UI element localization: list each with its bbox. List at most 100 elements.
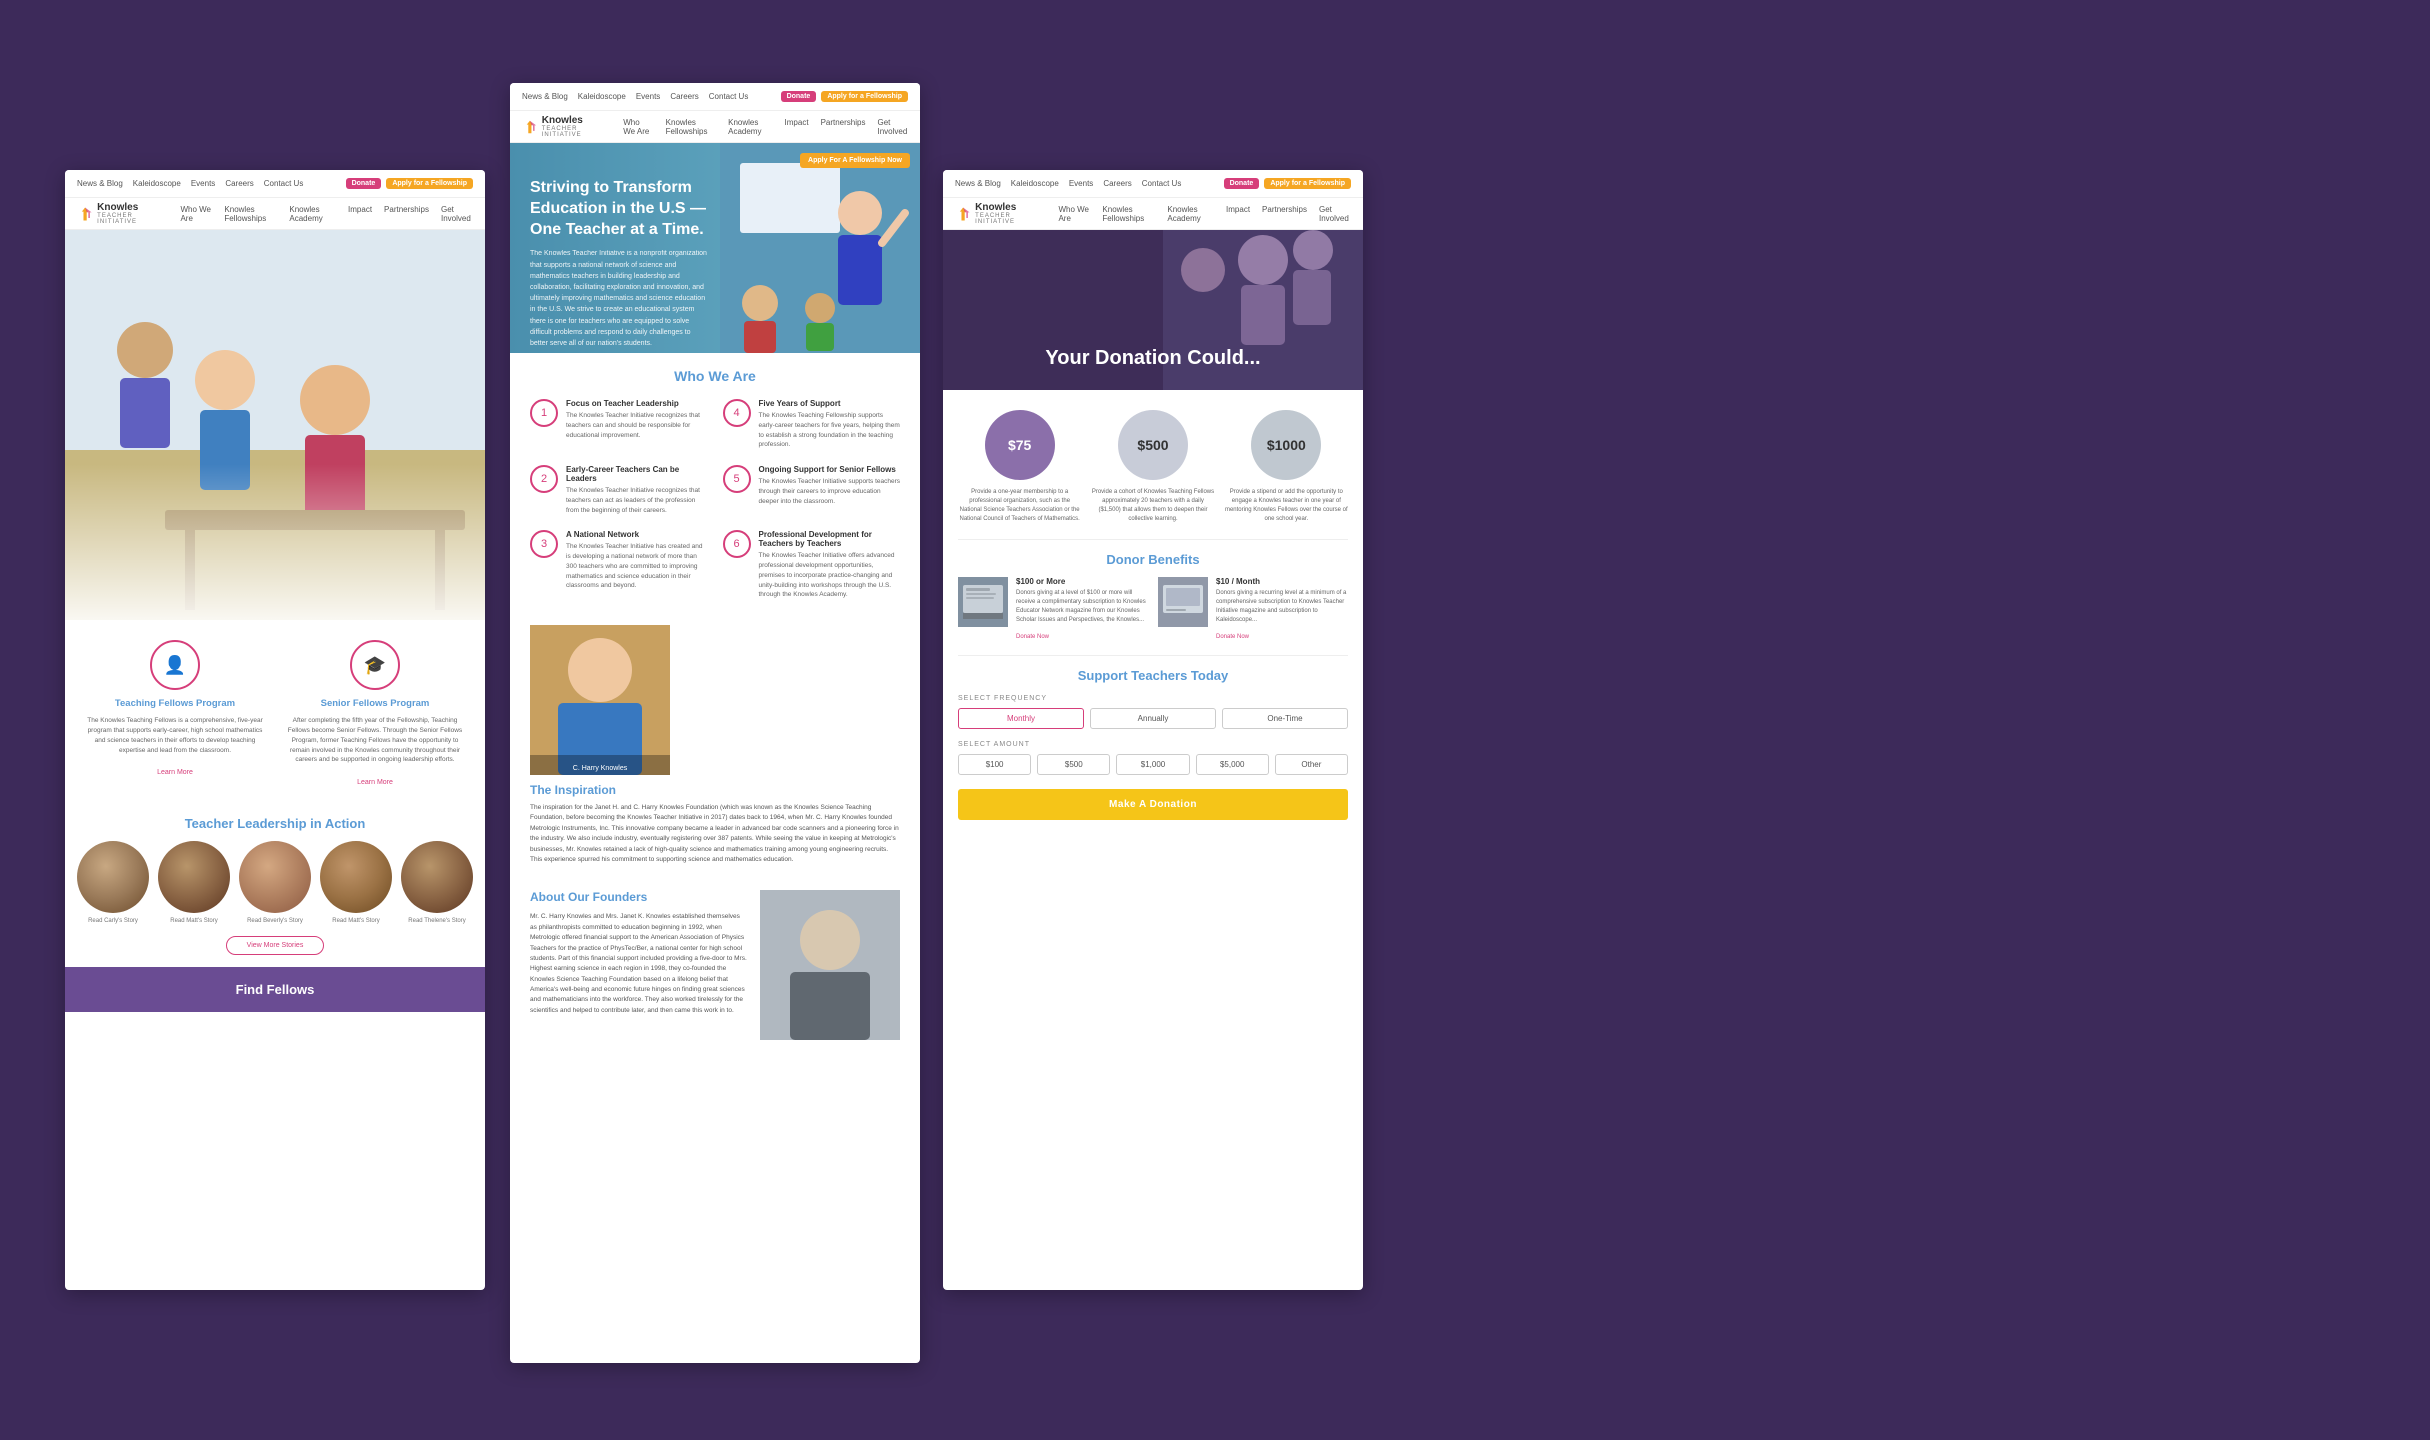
right-nav-kal[interactable]: Kaleidoscope (1011, 179, 1059, 188)
benefit-10-desc: Donors giving a recurring level at a min… (1216, 589, 1348, 625)
left-menu-fellowships[interactable]: Knowles Fellowships (224, 205, 277, 223)
right-menu-who[interactable]: Who We Are (1058, 205, 1090, 223)
feature-3-num: 3 (530, 530, 558, 558)
fellow-3-img (239, 841, 311, 913)
feature-3: 3 A National Network The Knowles Teacher… (530, 530, 708, 600)
fellow-5: Read Thelene's Story (399, 841, 475, 924)
center-nav-kal[interactable]: Kaleidoscope (578, 92, 626, 101)
left-menu-academy[interactable]: Knowles Academy (289, 205, 336, 223)
amt-1000-btn[interactable]: $1,000 (1116, 754, 1189, 775)
center-nav-events[interactable]: Events (636, 92, 660, 101)
benefit-10-link[interactable]: Donate Now (1216, 634, 1249, 640)
feature-4: 4 Five Years of Support The Knowles Teac… (723, 399, 901, 450)
left-menu-impact[interactable]: Impact (348, 205, 372, 223)
feature-4-num: 4 (723, 399, 751, 427)
about-photo-svg (760, 890, 900, 1040)
donation-500-desc: Provide a cohort of Knowles Teaching Fel… (1091, 488, 1214, 524)
center-nav-careers[interactable]: Careers (670, 92, 698, 101)
benefit-100-link[interactable]: Donate Now (1016, 634, 1049, 640)
svg-text:C. Harry Knowles: C. Harry Knowles (573, 765, 628, 772)
senior-fellows-link[interactable]: Learn More (357, 779, 393, 786)
right-nav-contact[interactable]: Contact Us (1142, 179, 1182, 188)
center-menu-fellowships[interactable]: Knowles Fellowships (666, 118, 716, 136)
teaching-fellows-link[interactable]: Learn More (157, 769, 193, 776)
amount-1000-circle: $1000 (1251, 410, 1321, 480)
right-menu-fellowships[interactable]: Knowles Fellowships (1102, 205, 1155, 223)
senior-fellows-icon: 🎓 (350, 640, 400, 690)
feature-4-title: Five Years of Support (759, 399, 901, 408)
fellow-3-label[interactable]: Read Beverly's Story (237, 918, 313, 924)
left-logo-text: Knowles TEACHER INITIATIVE (97, 202, 160, 225)
right-main-nav: Knowles TEACHER INITIATIVE Who We Are Kn… (943, 198, 1363, 230)
fellow-1: Read Carly's Story (75, 841, 151, 924)
center-hero-img-svg (720, 143, 920, 353)
left-nav-contact[interactable]: Contact Us (264, 179, 304, 188)
center-logo-text: Knowles TEACHER INITIATIVE (542, 115, 604, 138)
senior-fellows-desc: After completing the fifth year of the F… (285, 716, 465, 765)
center-nav-news[interactable]: News & Blog (522, 92, 568, 101)
center-apply-btn[interactable]: Apply For A Fellowship Now (800, 153, 910, 168)
left-nav-events[interactable]: Events (191, 179, 215, 188)
center-menu-partners[interactable]: Partnerships (821, 118, 866, 136)
left-menu-partners[interactable]: Partnerships (384, 205, 429, 223)
left-menu-involved[interactable]: Get Involved (441, 205, 473, 223)
fellow-2-label[interactable]: Read Matt's Story (156, 918, 232, 924)
left-nav-careers[interactable]: Careers (225, 179, 253, 188)
feature-6-title: Professional Development for Teachers by… (759, 530, 901, 548)
donor-benefits-section: Donor Benefits $10 (943, 540, 1363, 655)
fellow-4-label[interactable]: Read Matt's Story (318, 918, 394, 924)
center-nav-contact[interactable]: Contact Us (709, 92, 749, 101)
right-menu-academy[interactable]: Knowles Academy (1167, 205, 1214, 223)
right-nav-careers[interactable]: Careers (1103, 179, 1131, 188)
center-menu-involved[interactable]: Get Involved (877, 118, 908, 136)
freq-annually-btn[interactable]: Annually (1090, 708, 1216, 729)
center-logo-icon (522, 117, 538, 137)
right-menu-involved[interactable]: Get Involved (1319, 205, 1351, 223)
left-hero (65, 230, 485, 620)
view-more-btn[interactable]: View More Stories (226, 936, 325, 955)
right-nav-events[interactable]: Events (1069, 179, 1093, 188)
feature-4-desc: The Knowles Teaching Fellowship supports… (759, 411, 901, 450)
right-menu-impact[interactable]: Impact (1226, 205, 1250, 223)
senior-fellows-title: Senior Fellows Program (285, 698, 465, 710)
right-nav-apply-btn[interactable]: Apply for a Fellowship (1264, 178, 1351, 189)
amt-other-btn[interactable]: Other (1275, 754, 1348, 775)
left-logo: Knowles TEACHER INITIATIVE (77, 202, 160, 225)
right-menu-partners[interactable]: Partnerships (1262, 205, 1307, 223)
center-main-nav: Knowles TEACHER INITIATIVE Who We Are Kn… (510, 111, 920, 143)
center-menu-items: Who We Are Knowles Fellowships Knowles A… (623, 118, 908, 136)
fellow-3: Read Beverly's Story (237, 841, 313, 924)
fellow-4-img (320, 841, 392, 913)
benefit-100-img (958, 577, 1008, 627)
left-nav-apply-btn[interactable]: Apply for a Fellowship (386, 178, 473, 189)
center-menu-who[interactable]: Who We Are (623, 118, 653, 136)
fellow-1-label[interactable]: Read Carly's Story (75, 918, 151, 924)
fellow-5-img (401, 841, 473, 913)
right-logo: Knowles TEACHER INITIATIVE (955, 202, 1038, 225)
amt-100-btn[interactable]: $100 (958, 754, 1031, 775)
center-menu-academy[interactable]: Knowles Academy (728, 118, 772, 136)
make-donation-btn[interactable]: Make A Donation (958, 789, 1348, 820)
right-nav-donate-btn[interactable]: Donate (1224, 178, 1260, 189)
freq-monthly-btn[interactable]: Monthly (958, 708, 1084, 729)
left-nav-news[interactable]: News & Blog (77, 179, 123, 188)
feature-1: 1 Focus on Teacher Leadership The Knowle… (530, 399, 708, 450)
center-nav-apply-btn[interactable]: Apply for a Fellowship (821, 91, 908, 102)
amt-500-btn[interactable]: $500 (1037, 754, 1110, 775)
left-menu-who[interactable]: Who We Are (180, 205, 212, 223)
fellow-4: Read Matt's Story (318, 841, 394, 924)
right-nav-news[interactable]: News & Blog (955, 179, 1001, 188)
left-nav-kal[interactable]: Kaleidoscope (133, 179, 181, 188)
left-programs: 👤 Teaching Fellows Program The Knowles T… (65, 620, 485, 804)
right-top-nav: News & Blog Kaleidoscope Events Careers … (943, 170, 1363, 198)
right-hero-title: Your Donation Could... (1045, 347, 1260, 370)
left-teaching-fellows: 👤 Teaching Fellows Program The Knowles T… (85, 640, 265, 789)
left-nav-donate-btn[interactable]: Donate (346, 178, 382, 189)
feature-5: 5 Ongoing Support for Senior Fellows The… (723, 465, 901, 515)
center-menu-impact[interactable]: Impact (785, 118, 809, 136)
freq-one-time-btn[interactable]: One-Time (1222, 708, 1348, 729)
amt-5000-btn[interactable]: $5,000 (1196, 754, 1269, 775)
fellow-5-label[interactable]: Read Thelene's Story (399, 918, 475, 924)
center-nav-donate-btn[interactable]: Donate (781, 91, 817, 102)
support-section: Support Teachers Today SELECT FREQUENCY … (943, 656, 1363, 832)
